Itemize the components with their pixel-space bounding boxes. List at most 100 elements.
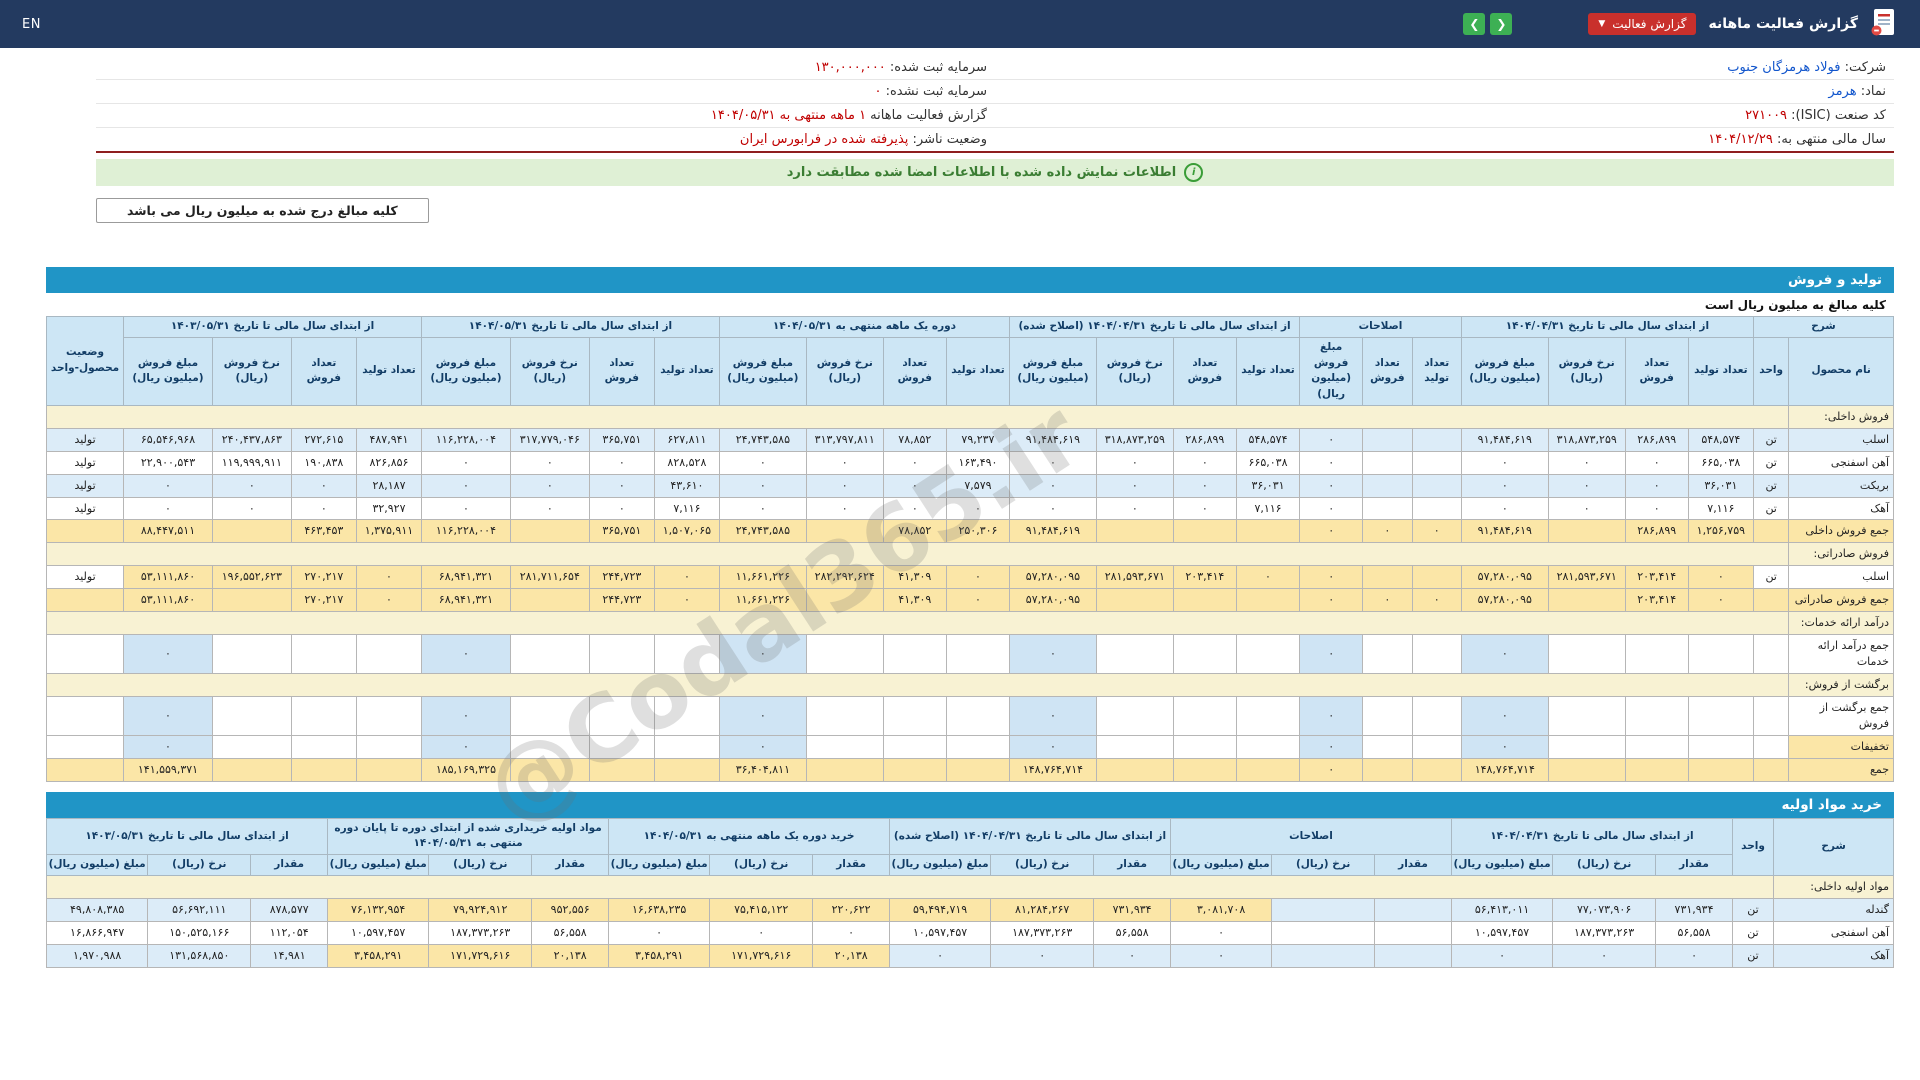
data-cell: ۱۷۱,۷۲۹,۶۱۶ <box>428 943 533 968</box>
company-info-link[interactable]: هرمز <box>1828 84 1856 99</box>
data-cell: ۰ <box>588 473 655 498</box>
data-cell: ۰ <box>1460 450 1549 475</box>
column-header: مبلغ فروش (میلیون ریال) <box>1009 336 1097 406</box>
data-cell: ۲۰,۱۳۸ <box>812 943 891 968</box>
report-type-dropdown[interactable]: گزارش فعالیت ▼ <box>1588 13 1697 35</box>
data-cell: تن <box>1731 943 1775 968</box>
column-header: تعداد فروش <box>882 336 947 406</box>
data-cell: ۰ <box>290 496 357 521</box>
data-cell: ۰ <box>509 496 590 521</box>
info-icon: i <box>1184 163 1204 182</box>
data-cell: ۵۳,۱۱۱,۸۶۰ <box>123 565 213 590</box>
data-cell: ۵۷,۲۸۰,۰۹۵ <box>1009 565 1097 590</box>
column-group-header: شرح <box>1752 316 1895 338</box>
data-cell: ۰ <box>1172 473 1237 498</box>
info-label: نماد: <box>1856 84 1886 99</box>
top-navbar: گزارش فعالیت ماهانه گزارش فعالیت ▼ ❮ ❯ E… <box>0 0 1920 48</box>
row-label-cell: جمع <box>1788 757 1894 782</box>
data-cell: ۰ <box>1299 450 1364 475</box>
data-cell: ۰ <box>1460 634 1549 674</box>
data-cell <box>1547 588 1626 613</box>
table-row: آهک تن ۰ ۰ ۰ ۰ ۰ ۰ ۰ ۲۰,۱۳۸ ۱۷۱,۷۲۹,۶۱۶ ۳,۴۵۸,۲۹۱ ۲۰… <box>45 943 1894 968</box>
previous-report-button[interactable]: ❮ <box>1490 13 1513 35</box>
data-cell: ۳۲,۹۲۷ <box>355 496 423 521</box>
data-cell: ۰ <box>718 634 807 674</box>
data-cell: ۰ <box>1299 757 1364 782</box>
data-cell: ۰ <box>588 496 655 521</box>
row-label-cell: جمع فروش صادراتی <box>1788 588 1894 613</box>
data-cell <box>653 757 720 782</box>
data-cell: ۲۵۰,۳۰۶ <box>945 519 1011 544</box>
data-cell: ۵۶,۵۵۸ <box>1655 920 1733 945</box>
company-info-row: کد صنعت (ISIC): ۲۷۱۰۰۹ گزارش فعالیت ماهان… <box>96 103 1894 128</box>
column-header: نرخ (ریال) <box>990 854 1095 876</box>
data-cell <box>509 519 590 544</box>
data-cell <box>1411 734 1462 759</box>
column-header: مبلغ فروش (میلیون ریال) <box>718 336 807 406</box>
data-cell <box>1411 695 1462 736</box>
amounts-unit-note: کلیه مبالغ درج شده به میلیون ریال می باش… <box>96 198 429 223</box>
data-cell: ۷۹,۲۳۷ <box>945 427 1011 452</box>
data-cell <box>1411 565 1462 590</box>
column-header: مبلغ (میلیون ریال) <box>45 854 149 876</box>
data-cell: ۲۴۴,۷۲۳ <box>588 565 655 590</box>
column-group-header: از ابتدای سال مالی تا تاریخ ۱۴۰۳/۰۵/۳۱ <box>45 817 329 856</box>
row-label-cell: جمع برگشت از فروش <box>1788 695 1894 736</box>
data-cell <box>1374 920 1452 945</box>
data-cell: ۲۸,۱۸۷ <box>355 473 423 498</box>
data-cell: ۰ <box>945 565 1011 590</box>
data-cell: ۸۲۸,۵۲۸ <box>653 450 720 475</box>
data-cell <box>1624 695 1689 736</box>
column-header: مبلغ فروش (میلیون ریال) <box>1299 336 1364 406</box>
data-cell: ۰ <box>421 734 511 759</box>
data-cell: ۹۱,۴۸۴,۶۱۹ <box>1460 427 1549 452</box>
language-toggle[interactable]: EN <box>22 17 41 32</box>
data-cell: ۱۴۸,۷۶۴,۷۱۴ <box>1460 757 1549 782</box>
data-cell: ۱۶,۶۳۸,۲۳۵ <box>608 897 711 922</box>
info-label: کد صنعت (ISIC): <box>1787 108 1886 123</box>
info-label: سرمایه ثبت نشده: <box>881 84 987 99</box>
company-info-link[interactable]: فولاد هرمزگان جنوب <box>1727 60 1840 75</box>
section-row: فروش داخلی: <box>45 404 1894 429</box>
data-cell: ۸۸,۴۴۷,۵۱۱ <box>123 519 213 544</box>
column-header: نرخ (ریال) <box>1271 854 1376 876</box>
data-cell: ۰ <box>1009 634 1097 674</box>
data-cell: تن <box>1731 920 1775 945</box>
section-title-production-sales: تولید و فروش <box>46 267 1894 293</box>
section-filler <box>45 611 1790 636</box>
next-report-button[interactable]: ❯ <box>1463 13 1486 35</box>
data-cell: ۴۸۷,۹۴۱ <box>355 427 423 452</box>
data-cell: ۰ <box>1299 496 1364 521</box>
column-group-header: از ابتدای سال مالی تا تاریخ ۱۴۰۳/۰۵/۳۱ <box>123 316 423 338</box>
data-cell: ۰ <box>1172 450 1237 475</box>
data-cell <box>1362 634 1413 674</box>
info-label: سال مالی منتهی به: <box>1772 132 1886 147</box>
data-cell: ۱۸۷,۳۷۳,۲۶۳ <box>428 920 533 945</box>
data-cell: ۳۱۸,۸۷۳,۲۵۹ <box>1547 427 1626 452</box>
column-header: نرخ (ریال) <box>1552 854 1657 876</box>
data-cell: ۱۹۰,۸۳۸ <box>290 450 357 475</box>
table-amounts-note: کلیه مبالغ به میلیون ریال است <box>1704 298 1886 312</box>
data-cell <box>1271 920 1376 945</box>
data-cell: ۰ <box>421 473 511 498</box>
report-navigation: ❮ ❯ <box>1463 13 1513 35</box>
data-cell: ۰ <box>1687 565 1754 590</box>
column-header: مقدار <box>531 854 610 876</box>
data-cell <box>1235 695 1301 736</box>
production-sales-table: شرح از ابتدای سال مالی تا تاریخ ۱۴۰۴/۰۴/۳… <box>45 316 1895 782</box>
page-title: گزارش فعالیت ماهانه <box>1708 16 1858 32</box>
data-cell: تولید <box>45 473 125 498</box>
column-header: واحد <box>1752 336 1790 406</box>
column-group-header: از ابتدای سال مالی تا تاریخ ۱۴۰۴/۰۴/۳۱ (… <box>1009 316 1301 338</box>
data-cell: ۰ <box>1095 496 1174 521</box>
data-cell: ۲۴۴,۷۲۳ <box>588 588 655 613</box>
data-cell <box>1172 588 1237 613</box>
data-cell: ۲۴,۷۴۳,۵۸۵ <box>718 427 807 452</box>
data-cell: ۴۶۳,۴۵۳ <box>290 519 357 544</box>
data-cell: ۸۲۶,۸۵۶ <box>355 450 423 475</box>
column-group-header: اصلاحات <box>1299 316 1462 338</box>
data-cell: ۲۴۰,۴۳۷,۸۶۳ <box>211 427 292 452</box>
company-info-block: شرکت: فولاد هرمزگان جنوب سرمایه ثبت شده: … <box>96 56 1894 153</box>
data-cell: ۰ <box>1299 588 1364 613</box>
data-cell: ۷,۱۱۶ <box>1235 496 1301 521</box>
